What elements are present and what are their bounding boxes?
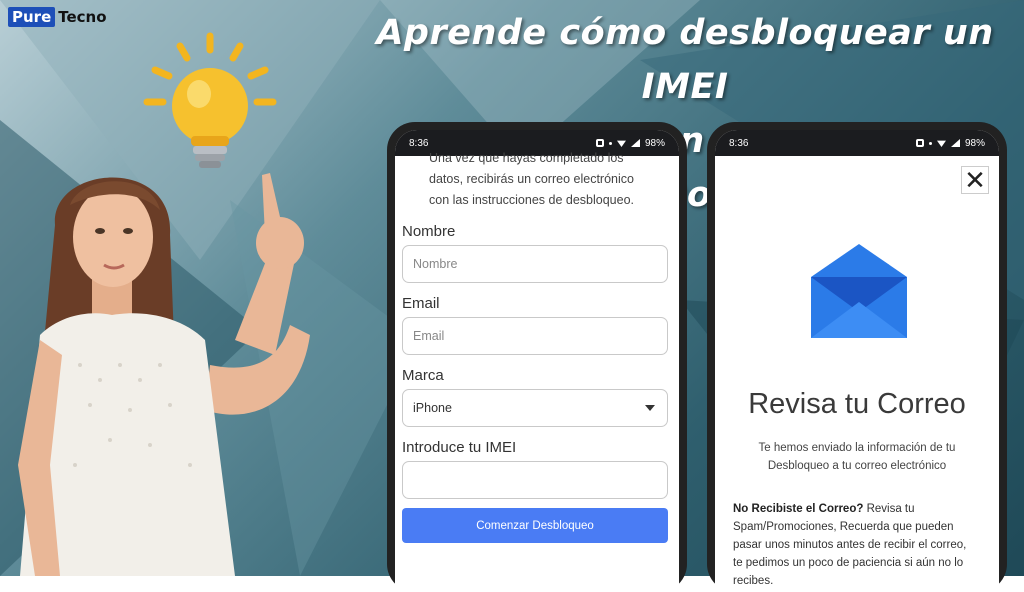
phone-screen: 8:36 98% Una vez que hayas completado lo… (395, 130, 679, 592)
intro-line: con las instrucciones de desbloqueo. (429, 193, 634, 207)
close-icon[interactable]: ✕ (961, 166, 989, 194)
status-time: 8:36 (729, 137, 749, 149)
phone-confirmation-screen: 8:36 98% ✕ Revisa tu Correo Te hemos env… (707, 122, 1007, 592)
subtitle-line: Te hemos enviado la información de tu (758, 442, 956, 454)
site-logo: Pure Tecno (8, 7, 110, 27)
headline-line-1: Aprende cómo desbloquear un IMEI (376, 13, 994, 107)
brand-select[interactable]: iPhone (402, 389, 668, 427)
battery-level: 98% (644, 137, 665, 149)
intro-text: Una vez que hayas completado los datos, … (395, 148, 679, 211)
phone-screen: 8:36 98% ✕ Revisa tu Correo Te hemos env… (715, 130, 999, 592)
subtitle-line: Desbloqueo a tu correo electrónico (767, 460, 947, 472)
email-placeholder: Email (413, 329, 445, 343)
help-line: Spam/Promociones, Recuerda que pueden (733, 521, 954, 533)
help-line: pasar unos minutos antes de recibir el c… (733, 539, 967, 551)
help-line: Revisa tu (863, 503, 915, 515)
status-bar: 8:36 98% (715, 130, 999, 156)
start-unlock-button[interactable]: Comenzar Desbloqueo (402, 508, 668, 543)
intro-line: datos, recibirás un correo electrónico (429, 172, 634, 186)
name-label: Nombre (402, 223, 456, 240)
status-icons: 98% (915, 137, 985, 149)
vibrate-icon (595, 139, 604, 147)
brand-label: Marca (402, 367, 444, 384)
imei-label: Introduce tu IMEI (402, 439, 517, 456)
email-label: Email (402, 295, 440, 312)
help-text: No Recibiste el Correo? Revisa tu Spam/P… (733, 500, 985, 590)
brand-selected-value: iPhone (413, 401, 452, 415)
name-input[interactable]: Nombre (402, 245, 668, 283)
confirmation-title: Revisa tu Correo (748, 388, 966, 420)
help-line: recibes. (733, 575, 774, 587)
envelope-icon (811, 244, 907, 338)
signal-icon (950, 139, 960, 147)
phone-form-screen: 8:36 98% Una vez que hayas completado lo… (387, 122, 687, 592)
wifi-icon (616, 140, 626, 147)
imei-input[interactable] (402, 461, 668, 499)
dot-icon (608, 141, 612, 145)
help-line: te pedimos un poco de paciencia si aún n… (733, 557, 964, 569)
status-time: 8:36 (409, 137, 429, 149)
vibrate-icon (915, 139, 924, 147)
lightbulb-icon (143, 32, 277, 168)
dropdown-caret-icon (645, 405, 655, 411)
email-input[interactable]: Email (402, 317, 668, 355)
confirmation-subtitle: Te hemos enviado la información de tu De… (739, 439, 975, 475)
intro-line: Una vez que hayas completado los (429, 151, 624, 165)
battery-level: 98% (964, 137, 985, 149)
status-icons: 98% (595, 137, 665, 149)
logo-part-pure: Pure (8, 7, 56, 27)
woman-illustration (18, 173, 310, 576)
dot-icon (928, 141, 932, 145)
logo-part-tecno: Tecno (58, 8, 107, 26)
wifi-icon (936, 140, 946, 147)
name-placeholder: Nombre (413, 257, 458, 271)
help-bold: No Recibiste el Correo? (733, 503, 864, 515)
signal-icon (630, 139, 640, 147)
